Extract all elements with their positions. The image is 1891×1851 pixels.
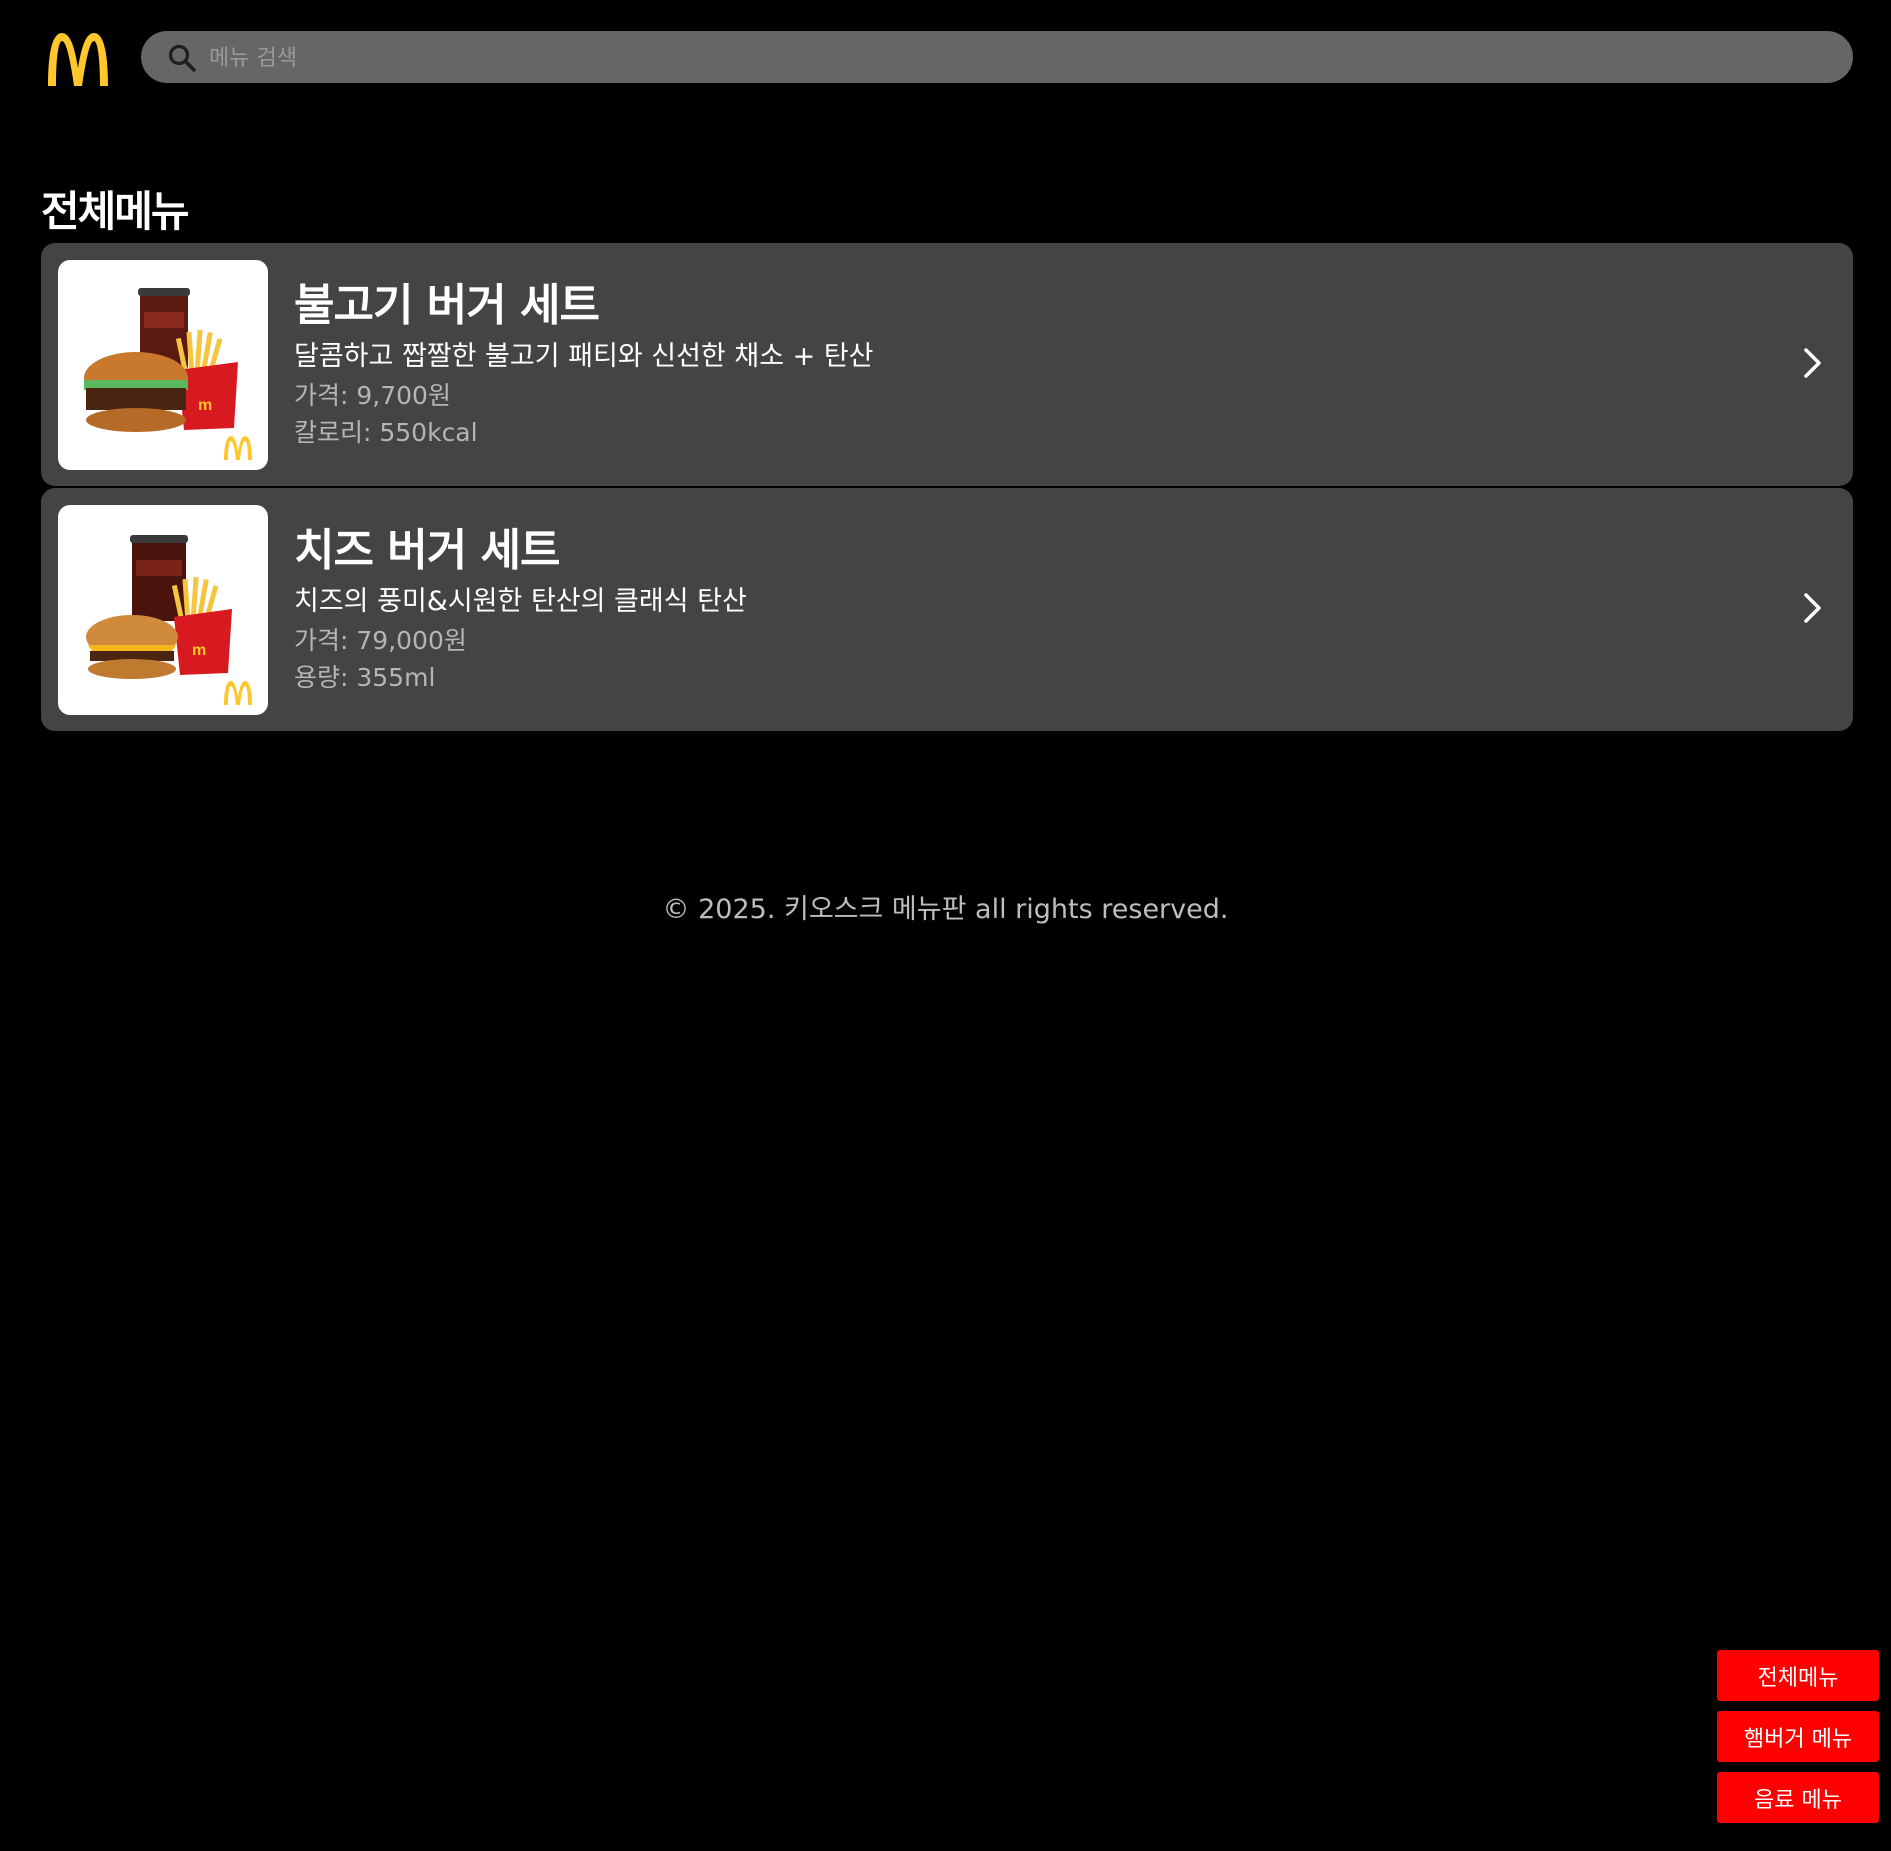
footer-copyright: © 2025. 키오스크 메뉴판 all rights reserved. bbox=[662, 894, 1229, 925]
header bbox=[0, 0, 1891, 114]
all-menu-button[interactable]: 전체메뉴 bbox=[1717, 1650, 1879, 1701]
drink-menu-button[interactable]: 음료 메뉴 bbox=[1717, 1772, 1879, 1823]
kiosk-menu-page: 전체메뉴 m bbox=[0, 0, 1891, 1851]
search-bar[interactable] bbox=[141, 31, 1853, 85]
menu-item-volume: 용량: 355ml bbox=[294, 663, 436, 692]
menu-item-description: 달콤하고 짭짤한 불고기 패티와 신선한 채소 + 탄산 bbox=[294, 341, 874, 372]
section-title: 전체메뉴 bbox=[41, 187, 190, 236]
svg-text:m: m bbox=[192, 642, 206, 659]
menu-item-price: 가격: 9,700원 bbox=[294, 381, 451, 410]
search-icon bbox=[168, 44, 196, 72]
menu-item-card[interactable]: m 치즈 버거 세트 치즈의 풍미&시원한 탄산의 클래식 탄산 가격: 79,… bbox=[41, 488, 1853, 731]
menu-item-name: 치즈 버거 세트 bbox=[294, 525, 561, 576]
menu-item-price: 가격: 79,000원 bbox=[294, 626, 467, 655]
menu-list: m 불고기 버거 세트 달콤하고 짭짤한 불고기 패티와 신선한 채소 + 탄산… bbox=[41, 243, 1853, 733]
cheese-burger-set-image: m bbox=[58, 505, 268, 715]
chevron-right-icon[interactable] bbox=[1797, 588, 1827, 628]
svg-text:m: m bbox=[198, 397, 212, 414]
menu-item-description: 치즈의 풍미&시원한 탄산의 클래식 탄산 bbox=[294, 586, 747, 617]
mcdonalds-logo-icon[interactable] bbox=[45, 30, 111, 87]
menu-item-name: 불고기 버거 세트 bbox=[294, 280, 600, 331]
menu-item-calories: 칼로리: 550kcal bbox=[294, 418, 478, 447]
floating-category-nav: 전체메뉴 햄버거 메뉴 음료 메뉴 bbox=[1717, 1650, 1879, 1833]
bulgogi-burger-set-image: m bbox=[58, 260, 268, 470]
burger-menu-button[interactable]: 햄버거 메뉴 bbox=[1717, 1711, 1879, 1762]
menu-item-card[interactable]: m 불고기 버거 세트 달콤하고 짭짤한 불고기 패티와 신선한 채소 + 탄산… bbox=[41, 243, 1853, 486]
search-input[interactable] bbox=[207, 31, 1833, 85]
chevron-right-icon[interactable] bbox=[1797, 343, 1827, 383]
